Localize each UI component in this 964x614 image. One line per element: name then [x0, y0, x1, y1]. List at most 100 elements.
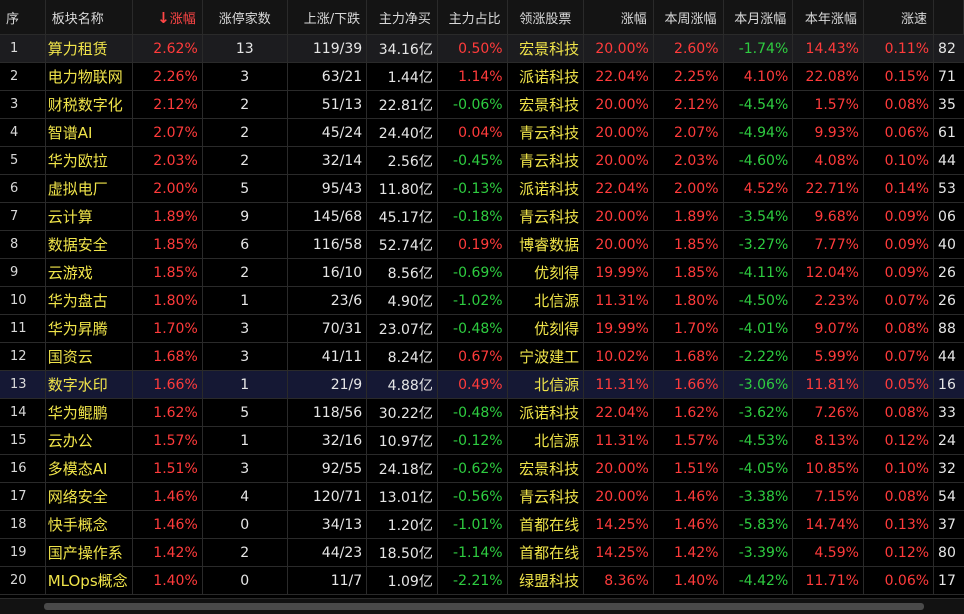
- cell-limit: 4: [202, 482, 288, 511]
- cell-net: 2.56亿: [366, 146, 438, 175]
- cell-pct: 2.12%: [132, 90, 203, 119]
- table-row[interactable]: 9 云游戏 1.85% 2 16/10 8.56亿 -0.69% 优刻得 19.99% 1.85%…: [0, 258, 964, 287]
- cell-lead-pct: 20.00%: [583, 34, 654, 63]
- cell-month: 4.10%: [723, 62, 794, 91]
- table-row[interactable]: 20 MLOps概念 1.40% 0 11/7 1.09亿 -2.21% 绿盟科技 8.36% 1…: [0, 566, 964, 595]
- cell-year: 7.15%: [792, 482, 864, 511]
- cell-month: -2.22%: [723, 342, 794, 371]
- header-net[interactable]: 主力净买: [366, 0, 438, 35]
- table-row[interactable]: 16 多模态AI 1.51% 3 92/55 24.18亿 -0.62% 宏景科技 20.00%…: [0, 454, 964, 483]
- cell-month: -3.38%: [723, 482, 794, 511]
- cell-month: -4.05%: [723, 454, 794, 483]
- cell-week: 1.68%: [653, 342, 724, 371]
- cell-ratio: -0.69%: [437, 258, 508, 287]
- cell-limit: 2: [202, 258, 288, 287]
- cell-month: -4.94%: [723, 118, 794, 147]
- cell-month: -4.50%: [723, 286, 794, 315]
- cell-year: 22.08%: [792, 62, 864, 91]
- cell-lead-pct: 11.31%: [583, 370, 654, 399]
- cell-idx: 16: [0, 454, 46, 483]
- header-name[interactable]: 板块名称: [45, 0, 133, 35]
- header-lead[interactable]: 领涨股票: [507, 0, 585, 35]
- table-row[interactable]: 2 电力物联网 2.26% 3 63/21 1.44亿 1.14% 派诺科技 22.04% 2.2…: [0, 62, 964, 91]
- table-row[interactable]: 17 网络安全 1.46% 4 120/71 13.01亿 -0.56% 青云科技 20.00%…: [0, 482, 964, 511]
- cell-week: 1.46%: [653, 482, 724, 511]
- table-row[interactable]: 10 华为盘古 1.80% 1 23/6 4.90亿 -1.02% 北信源 11.31% 1.80…: [0, 286, 964, 315]
- table-row[interactable]: 19 国产操作系 1.42% 2 44/23 18.50亿 -1.14% 首都在线 14.25%…: [0, 538, 964, 567]
- cell-updown: 95/43: [287, 174, 368, 203]
- cell-pct: 1.66%: [132, 370, 203, 399]
- table-row[interactable]: 12 国资云 1.68% 3 41/11 8.24亿 0.67% 宁波建工 10.02% 1.68…: [0, 342, 964, 371]
- cell-lead: 青云科技: [507, 118, 585, 147]
- cell-idx: 7: [0, 202, 46, 231]
- table-header: 序 板块名称 ↓涨幅 涨停家数 上涨/下跌 主力净买 主力占比 领涨股票 涨幅 …: [0, 0, 964, 35]
- cell-ratio: -0.45%: [437, 146, 508, 175]
- table-row[interactable]: 7 云计算 1.89% 9 145/68 45.17亿 -0.18% 青云科技 20.00% 1.…: [0, 202, 964, 231]
- table-row[interactable]: 18 快手概念 1.46% 0 34/13 1.20亿 -1.01% 首都在线 14.25% 1.…: [0, 510, 964, 539]
- cell-lead: 北信源: [507, 370, 585, 399]
- table-row[interactable]: 1 算力租赁 2.62% 13 119/39 34.16亿 0.50% 宏景科技 20.00% 2…: [0, 34, 964, 63]
- horizontal-scrollbar[interactable]: [0, 598, 964, 614]
- cell-pct: 1.85%: [132, 258, 203, 287]
- table-row[interactable]: 4 智谱AI 2.07% 2 45/24 24.40亿 0.04% 青云科技 20.00% 2.0…: [0, 118, 964, 147]
- cell-name: 网络安全: [45, 482, 133, 511]
- scrollbar-thumb[interactable]: [44, 603, 924, 610]
- cell-speed: 0.09%: [863, 230, 935, 259]
- cell-extra: 24: [933, 426, 964, 455]
- cell-week: 2.03%: [653, 146, 724, 175]
- header-updown[interactable]: 上涨/下跌: [287, 0, 368, 35]
- table-row[interactable]: 6 虚拟电厂 2.00% 5 95/43 11.80亿 -0.13% 派诺科技 22.04% 2.…: [0, 174, 964, 203]
- cell-updown: 16/10: [287, 258, 368, 287]
- table-row[interactable]: 11 华为昇腾 1.70% 3 70/31 23.07亿 -0.48% 优刻得 19.99% 1.…: [0, 314, 964, 343]
- cell-limit: 2: [202, 538, 288, 567]
- cell-ratio: 1.14%: [437, 62, 508, 91]
- cell-updown: 92/55: [287, 454, 368, 483]
- cell-pct: 1.70%: [132, 314, 203, 343]
- cell-lead-pct: 20.00%: [583, 454, 654, 483]
- header-week[interactable]: 本周涨幅: [653, 0, 724, 35]
- cell-updown: 23/6: [287, 286, 368, 315]
- cell-updown: 32/14: [287, 146, 368, 175]
- cell-limit: 1: [202, 426, 288, 455]
- cell-limit: 1: [202, 370, 288, 399]
- cell-updown: 70/31: [287, 314, 368, 343]
- table-row[interactable]: 8 数据安全 1.85% 6 116/58 52.74亿 0.19% 博睿数据 20.00% 1.…: [0, 230, 964, 259]
- cell-month: -4.60%: [723, 146, 794, 175]
- cell-month: -3.27%: [723, 230, 794, 259]
- sector-ranking-table: 序 板块名称 ↓涨幅 涨停家数 上涨/下跌 主力净买 主力占比 领涨股票 涨幅 …: [0, 0, 964, 595]
- cell-net: 4.88亿: [366, 370, 438, 399]
- cell-ratio: 0.49%: [437, 370, 508, 399]
- table-row[interactable]: 13 数字水印 1.66% 1 21/9 4.88亿 0.49% 北信源 11.31% 1.66%…: [0, 370, 964, 399]
- table-body: 1 算力租赁 2.62% 13 119/39 34.16亿 0.50% 宏景科技 20.00% 2…: [0, 34, 964, 595]
- header-month[interactable]: 本月涨幅: [723, 0, 794, 35]
- cell-net: 52.74亿: [366, 230, 438, 259]
- cell-idx: 3: [0, 90, 46, 119]
- table-row[interactable]: 15 云办公 1.57% 1 32/16 10.97亿 -0.12% 北信源 11.31% 1.5…: [0, 426, 964, 455]
- cell-year: 12.04%: [792, 258, 864, 287]
- header-lead-pct[interactable]: 涨幅: [583, 0, 654, 35]
- header-ratio[interactable]: 主力占比: [437, 0, 508, 35]
- cell-lead: 宁波建工: [507, 342, 585, 371]
- cell-speed: 0.11%: [863, 34, 935, 63]
- header-pct-sorted[interactable]: ↓涨幅: [132, 0, 203, 35]
- cell-ratio: -0.12%: [437, 426, 508, 455]
- cell-pct: 1.46%: [132, 482, 203, 511]
- cell-pct: 1.46%: [132, 510, 203, 539]
- table-row[interactable]: 5 华为欧拉 2.03% 2 32/14 2.56亿 -0.45% 青云科技 20.00% 2.0…: [0, 146, 964, 175]
- cell-idx: 20: [0, 566, 46, 595]
- cell-name: 数据安全: [45, 230, 133, 259]
- table-row[interactable]: 3 财税数字化 2.12% 2 51/13 22.81亿 -0.06% 宏景科技 20.00% 2…: [0, 90, 964, 119]
- table-row[interactable]: 14 华为鲲鹏 1.62% 5 118/56 30.22亿 -0.48% 派诺科技 22.04%…: [0, 398, 964, 427]
- header-limit[interactable]: 涨停家数: [202, 0, 288, 35]
- cell-week: 1.70%: [653, 314, 724, 343]
- header-speed[interactable]: 涨速: [863, 0, 935, 35]
- cell-pct: 1.89%: [132, 202, 203, 231]
- cell-name: 华为昇腾: [45, 314, 133, 343]
- cell-lead: 首都在线: [507, 510, 585, 539]
- cell-limit: 6: [202, 230, 288, 259]
- header-idx[interactable]: 序: [0, 0, 46, 35]
- cell-lead-pct: 11.31%: [583, 426, 654, 455]
- cell-pct: 1.68%: [132, 342, 203, 371]
- cell-limit: 0: [202, 510, 288, 539]
- header-year[interactable]: 本年涨幅: [792, 0, 864, 35]
